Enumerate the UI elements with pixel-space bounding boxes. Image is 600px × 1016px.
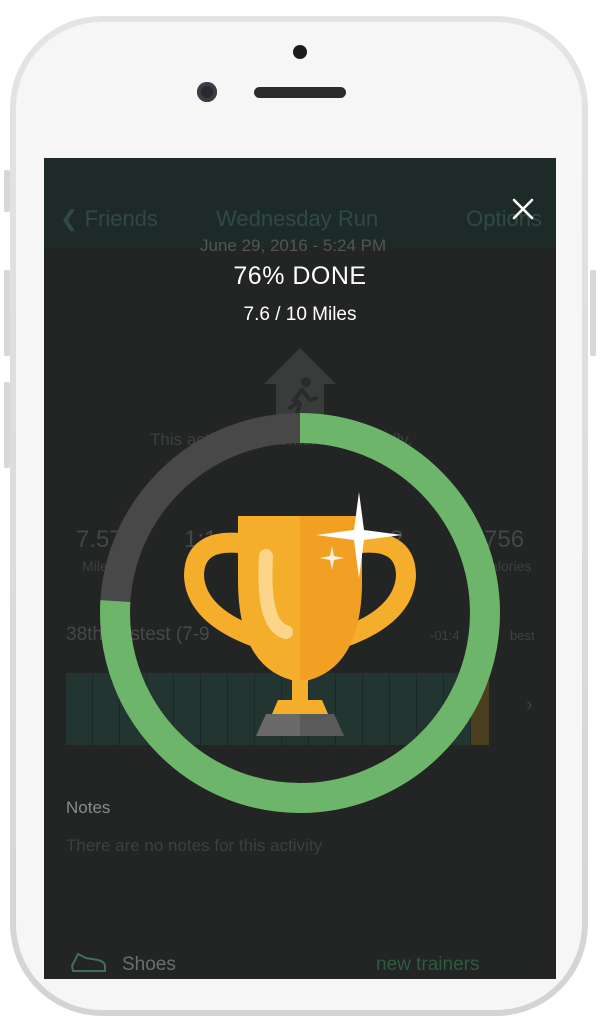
mute-switch (4, 170, 10, 212)
back-button[interactable]: ❮ Friends (60, 206, 158, 232)
shoes-label: Shoes (122, 954, 176, 975)
completion-percent: 76% DONE (233, 262, 367, 290)
nav-bar: ❮ Friends Wednesday Run Options (44, 158, 556, 248)
chevron-right-icon[interactable]: › (526, 694, 533, 717)
chevron-left-icon: ❮ (60, 206, 79, 231)
activity-date: June 29, 2016 - 5:24 PM (200, 236, 387, 255)
close-icon[interactable] (512, 198, 534, 220)
shoes-value[interactable]: new trainers (376, 954, 480, 976)
earpiece-speaker (254, 87, 346, 98)
app-screen: ❮ Friends Wednesday Run Options June 29,… (44, 158, 556, 979)
front-camera (197, 82, 217, 102)
sparkle-icon (316, 492, 402, 578)
back-label: Friends (84, 206, 158, 231)
best-suffix: best (510, 628, 535, 643)
notes-empty-text: There are no notes for this activity (66, 836, 323, 855)
nav-title: Wednesday Run (216, 206, 379, 231)
volume-down-button (4, 382, 10, 468)
volume-up-button (4, 270, 10, 356)
distance-progress: 7.6 / 10 Miles (243, 304, 357, 325)
shoe-icon (70, 952, 107, 972)
power-button (590, 270, 596, 356)
camera-dot (293, 45, 307, 59)
